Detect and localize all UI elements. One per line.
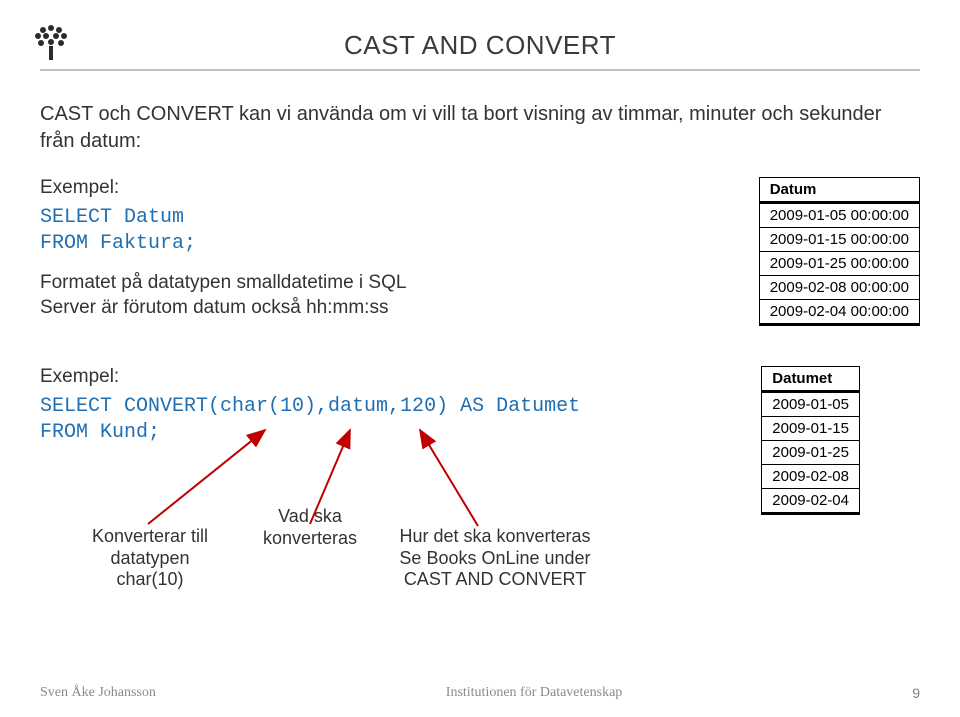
format-note: Formatet på datatypen smalldatetime i SQ… — [40, 271, 713, 320]
title-cast: CAST — [344, 30, 415, 60]
title-and: AND — [415, 30, 485, 60]
code-block-2: SELECT CONVERT(char(10),datum,120) AS Da… — [40, 394, 580, 446]
slide-title: CAST AND CONVERT — [40, 30, 920, 61]
table-row: 2009-01-05 — [762, 392, 860, 417]
code-block-1: SELECT Datum FROM Faktura; — [40, 205, 713, 257]
title-convert: CONVERT — [486, 30, 616, 60]
table-row: 2009-01-25 — [762, 441, 860, 465]
annotation-convert-to: Konverterar till datatypen char(10) — [60, 526, 240, 591]
table-row: 2009-01-15 00:00:00 — [759, 228, 919, 252]
title-underline — [40, 69, 920, 71]
table2-header: Datumet — [762, 367, 860, 392]
table-row: 2009-02-08 00:00:00 — [759, 276, 919, 300]
table1-header: Datum — [759, 178, 919, 203]
result-table-2: Datumet 2009-01-05 2009-01-15 2009-01-25… — [761, 366, 860, 515]
table-row: 2009-01-25 00:00:00 — [759, 252, 919, 276]
table-row: 2009-02-08 — [762, 465, 860, 489]
table-row: 2009-02-04 — [762, 489, 860, 514]
annotation-how: Hur det ska konverteras Se Books OnLine … — [380, 526, 610, 591]
tree-logo-icon — [28, 18, 74, 69]
table-row: 2009-01-15 — [762, 417, 860, 441]
intro-text: CAST och CONVERT kan vi använda om vi vi… — [40, 101, 920, 155]
footer-author: Sven Åke Johansson — [40, 685, 156, 701]
example-label-2: Exempel: — [40, 366, 580, 388]
footer-page-number: 9 — [912, 685, 920, 701]
annotation-what: Vad ska konverteras — [250, 506, 370, 549]
table-row: 2009-01-05 00:00:00 — [759, 203, 919, 228]
example-label-1: Exempel: — [40, 177, 713, 199]
footer-institute: Institutionen för Datavetenskap — [446, 685, 623, 701]
result-table-1: Datum 2009-01-05 00:00:00 2009-01-15 00:… — [759, 177, 920, 326]
footer: Sven Åke Johansson Institutionen för Dat… — [40, 685, 920, 701]
table-row: 2009-02-04 00:00:00 — [759, 300, 919, 325]
